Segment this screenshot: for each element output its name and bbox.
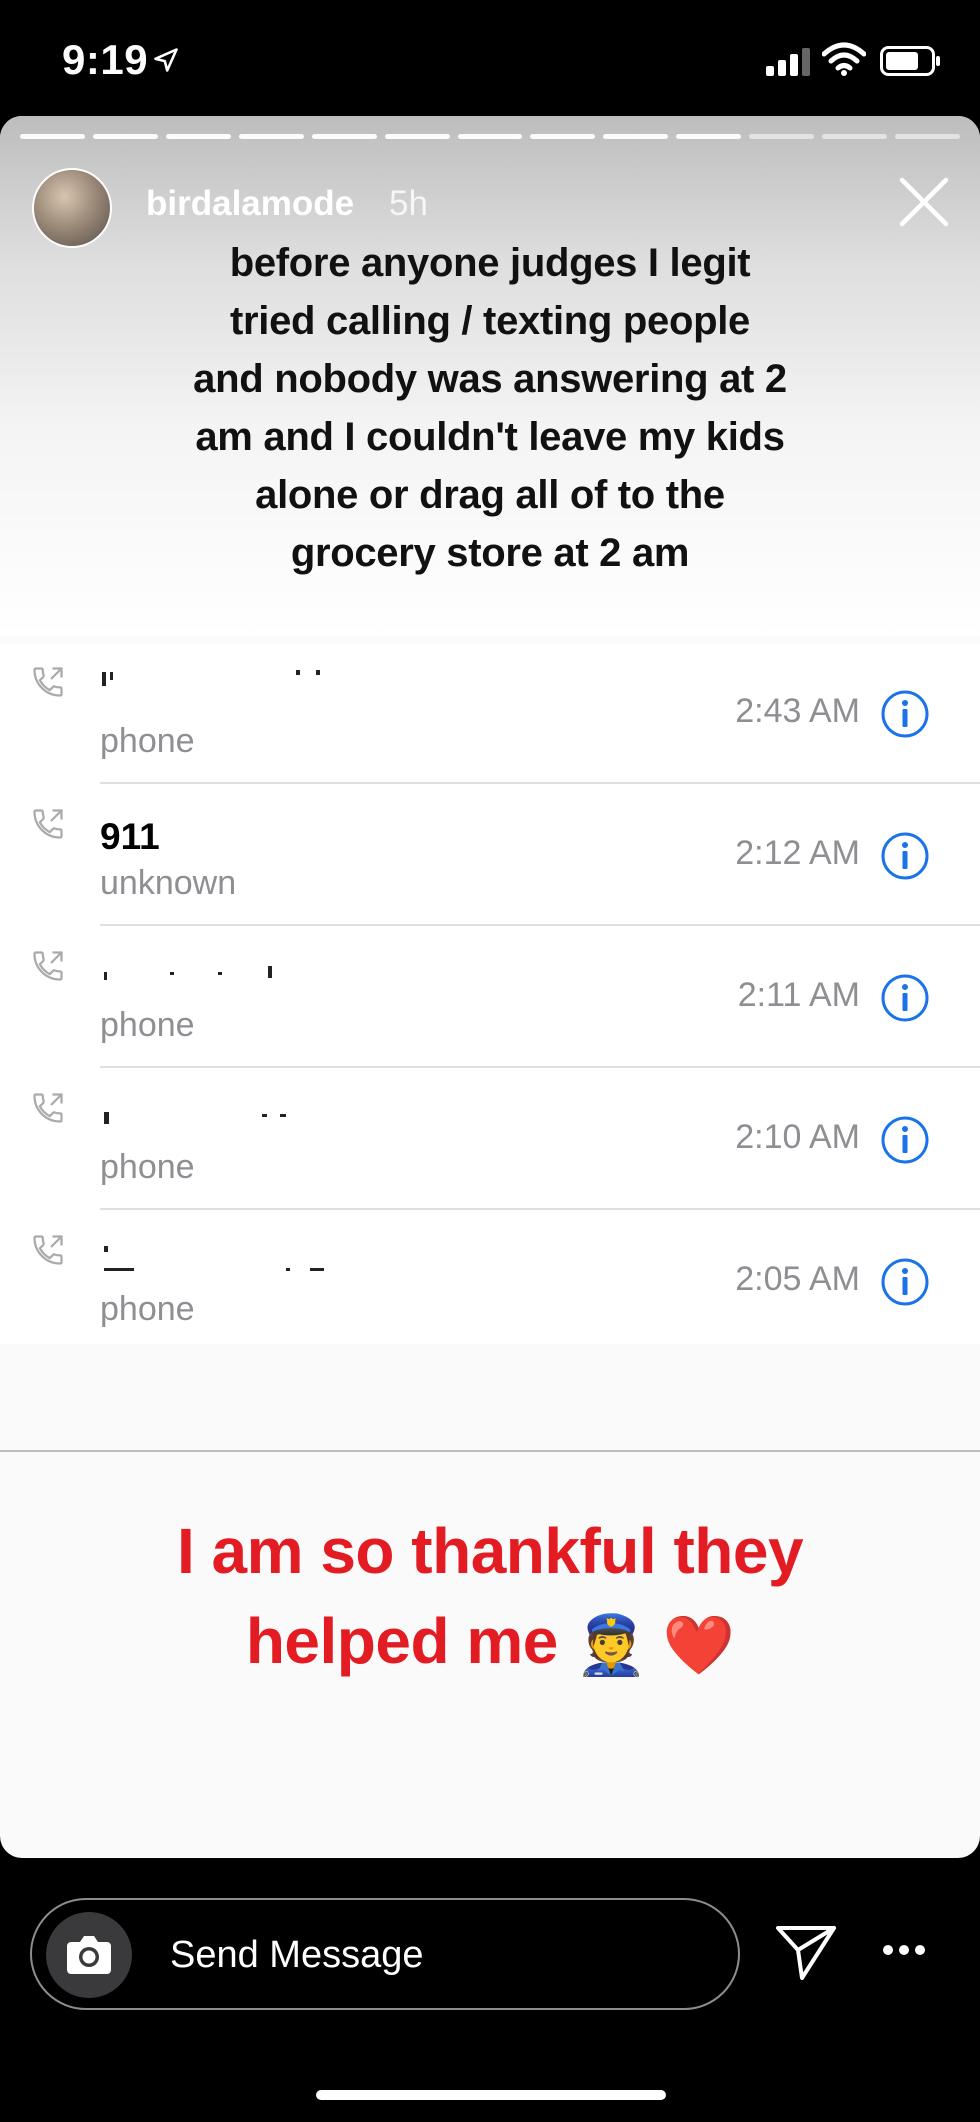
redaction-mark (104, 972, 107, 980)
progress-segment (530, 134, 596, 139)
close-icon[interactable] (898, 176, 950, 228)
call-log-bottom-border (0, 1450, 980, 1452)
call-name: 911 (100, 816, 160, 857)
progress-segment (603, 134, 669, 139)
location-arrow-icon (154, 48, 178, 72)
redaction-mark (110, 672, 113, 680)
progress-segment (311, 134, 377, 139)
progress-segment (384, 134, 450, 139)
redaction-mark (102, 672, 106, 686)
direct-message-icon[interactable] (774, 1922, 838, 1982)
outgoing-call-icon (33, 1093, 63, 1123)
redaction-mark (104, 1112, 109, 1124)
story-thank-you-text: I am so thankful they helped me 👮 ❤️ (100, 1506, 880, 1691)
progress-segment (20, 134, 85, 139)
call-time: 2:05 AM (735, 1260, 860, 1298)
progress-segment (676, 134, 742, 139)
call-log-row: phone 2:43 AM (0, 642, 980, 784)
call-type: phone (100, 1006, 195, 1044)
progress-segment (749, 134, 815, 139)
info-icon[interactable] (880, 831, 930, 881)
redaction-mark (286, 1268, 290, 1271)
progress-segment (238, 134, 304, 139)
story-card[interactable]: birdalamode 5h before anyone judges I le… (0, 116, 980, 1858)
progress-segment (165, 134, 231, 139)
police-officer-heart-emoji: 👮 ❤️ (575, 1613, 735, 1679)
send-message-field[interactable]: Send Message (30, 1898, 740, 2010)
signal-bars-icon (766, 48, 810, 76)
call-log-row: phone 2:10 AM (0, 1068, 980, 1210)
redaction-mark (310, 1268, 324, 1271)
info-icon[interactable] (880, 1115, 930, 1165)
progress-segment (895, 134, 960, 139)
call-type: phone (100, 1290, 195, 1328)
call-type: phone (100, 1148, 195, 1186)
outgoing-call-icon (33, 951, 63, 981)
outgoing-call-icon (33, 667, 63, 697)
redaction-mark (170, 972, 174, 975)
camera-icon (67, 1936, 111, 1974)
redaction-mark (262, 1114, 267, 1117)
call-time: 2:11 AM (737, 976, 860, 1014)
redaction-mark (316, 670, 320, 675)
send-message-placeholder: Send Message (170, 1934, 424, 1976)
wifi-icon (822, 42, 866, 76)
battery-icon (880, 46, 940, 76)
info-icon[interactable] (880, 1257, 930, 1307)
progress-segment (92, 134, 158, 139)
redaction-mark (104, 1246, 108, 1252)
redaction-mark (218, 972, 222, 975)
username[interactable]: birdalamode (146, 184, 354, 224)
call-log-row: 911 unknown 2:12 AM (0, 784, 980, 926)
info-icon[interactable] (880, 973, 930, 1023)
story-time-ago: 5h (389, 184, 428, 223)
call-log-row: phone 2:05 AM (0, 1210, 980, 1352)
avatar[interactable] (32, 168, 112, 248)
redaction-mark (268, 966, 272, 978)
redaction-mark (280, 1114, 286, 1117)
home-indicator (316, 2090, 666, 2100)
call-time: 2:10 AM (735, 1118, 860, 1156)
status-time: 9:19 (62, 36, 149, 83)
progress-segment (822, 134, 888, 139)
story-caption: before anyone judges I legit tried calli… (193, 241, 787, 575)
status-bar: 9:19 (0, 0, 980, 115)
call-log-row: phone 2:11 AM (0, 926, 980, 1068)
call-log: phone 2:43 AM 911 unknown 2:12 AM phone … (0, 644, 980, 1344)
outgoing-call-icon (33, 1235, 63, 1265)
call-time: 2:43 AM (735, 692, 860, 730)
redaction-mark (296, 670, 300, 675)
info-icon[interactable] (880, 689, 930, 739)
progress-segment (457, 134, 523, 139)
call-type: unknown (100, 864, 237, 902)
outgoing-call-icon (33, 809, 63, 839)
story-progress-bar (20, 134, 960, 139)
call-time: 2:12 AM (735, 834, 860, 872)
call-type: phone (100, 722, 195, 760)
redaction-mark (104, 1268, 134, 1271)
more-options-icon[interactable] (882, 1944, 926, 1956)
camera-button[interactable] (46, 1912, 132, 1998)
